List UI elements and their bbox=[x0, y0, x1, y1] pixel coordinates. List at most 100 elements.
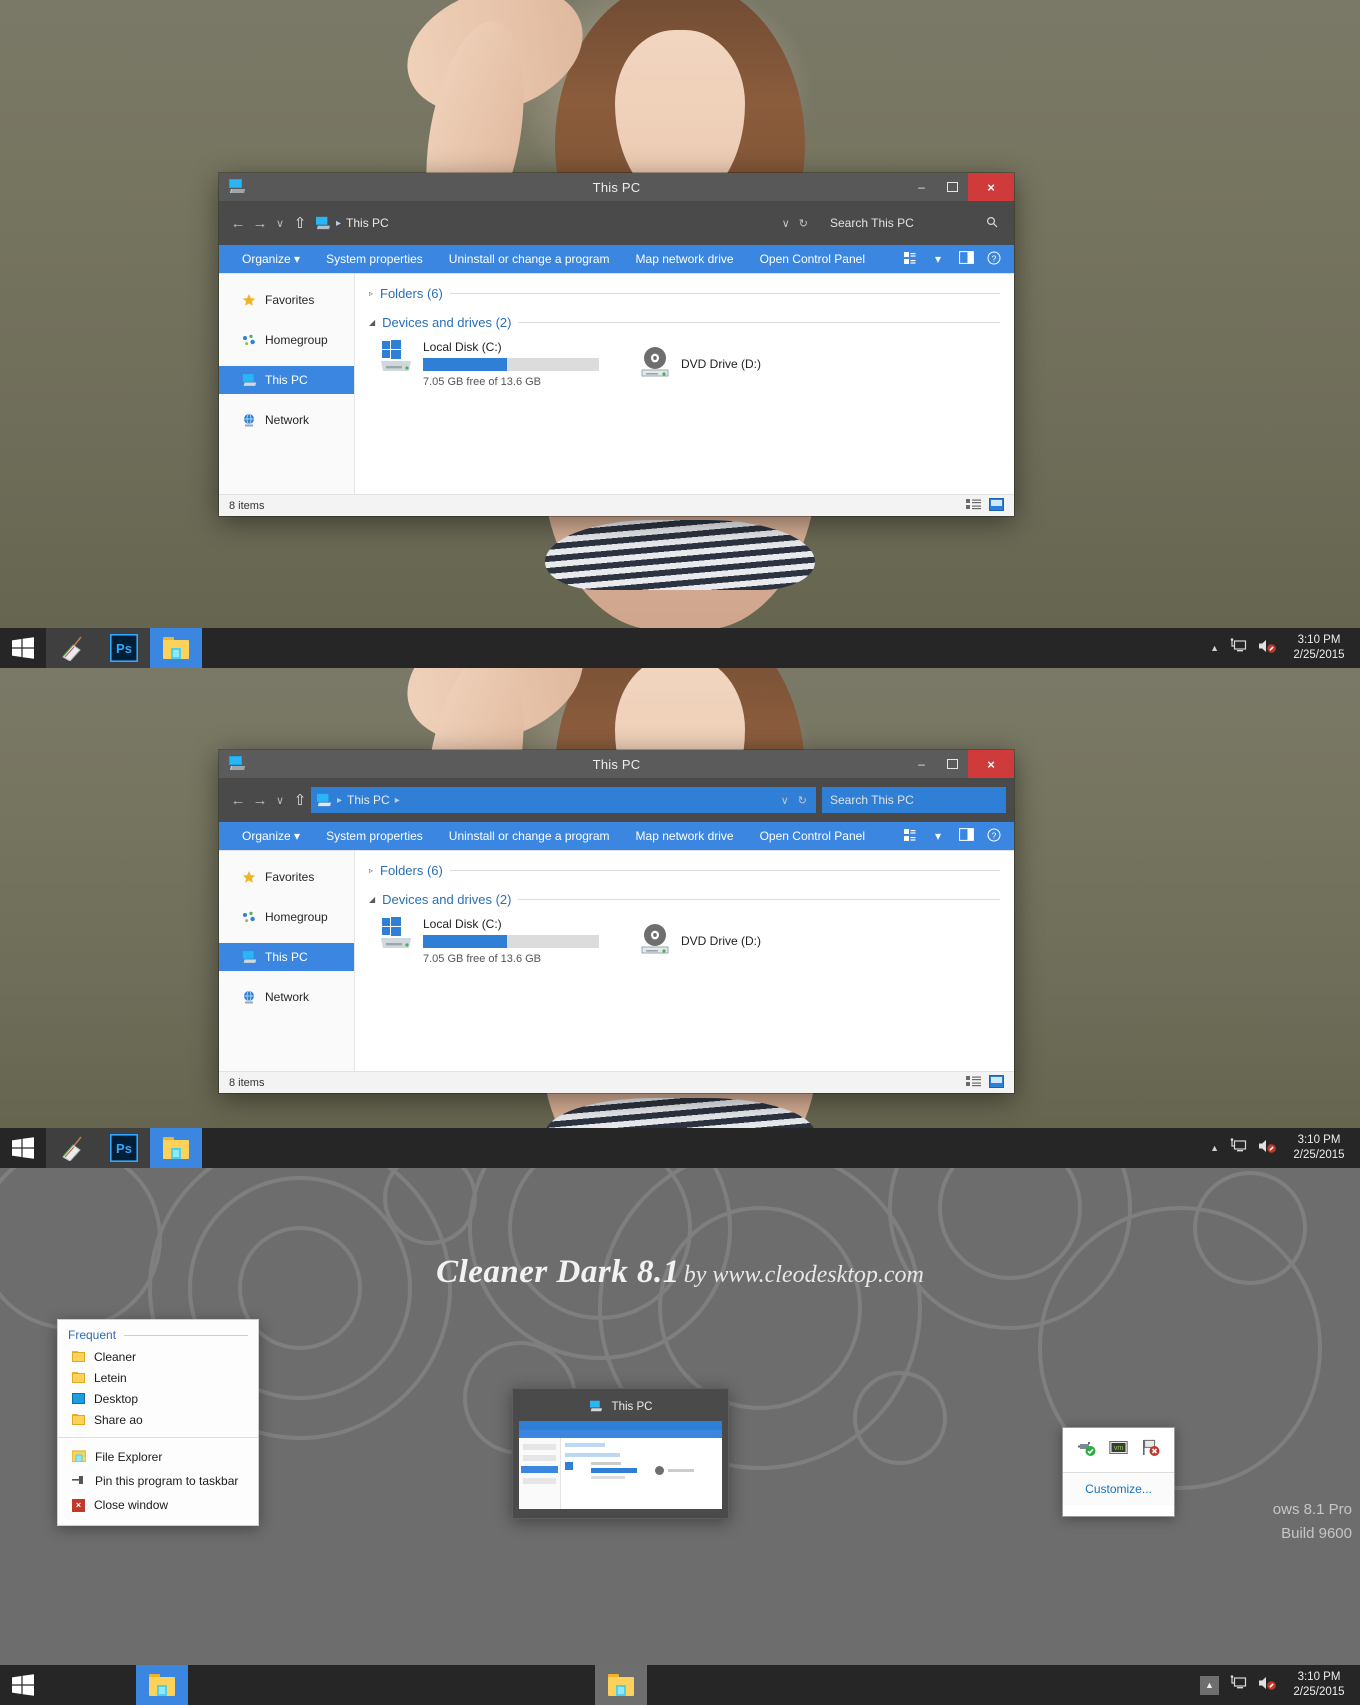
preview-pane-icon[interactable] bbox=[952, 251, 980, 267]
close-button[interactable]: × bbox=[968, 173, 1014, 201]
address-bar[interactable]: ← → ∨ ⇧ ▸ This PC ▸ ∨ ↻ Search This PC bbox=[219, 778, 1014, 822]
thumbnail-image[interactable] bbox=[519, 1421, 722, 1509]
content-pane[interactable]: ▹ Folders (6) ◢ Devices and drives (2) L… bbox=[355, 851, 1014, 1071]
system-tray[interactable]: ▲ 3:10 PM 2/25/2015 bbox=[1210, 633, 1360, 663]
drive-item-dvd[interactable]: DVD Drive (D:) bbox=[637, 917, 897, 965]
up-button[interactable]: ⇧ bbox=[289, 791, 311, 809]
sidebar-item-homegroup[interactable]: Homegroup bbox=[219, 903, 354, 931]
jumplist-action-file-explorer[interactable]: File Explorer bbox=[58, 1445, 258, 1469]
system-properties-button[interactable]: System properties bbox=[313, 829, 436, 843]
sidebar-item-favorites[interactable]: Favorites bbox=[219, 863, 354, 891]
taskbar-thumbnail-preview[interactable]: This PC bbox=[512, 1388, 729, 1519]
taskbar-file-explorer-hover-icon[interactable] bbox=[595, 1665, 647, 1705]
system-tray[interactable]: ▲ 3:10 PM 2/25/2015 bbox=[1210, 1133, 1360, 1163]
volume-muted-icon[interactable] bbox=[1258, 1138, 1277, 1159]
group-folders[interactable]: ▹ Folders (6) bbox=[369, 863, 1000, 878]
clock[interactable]: 3:10 PM 2/25/2015 bbox=[1288, 1670, 1350, 1700]
windows-start-icon[interactable] bbox=[0, 1665, 46, 1705]
caret-down-icon[interactable]: ▾ bbox=[924, 252, 952, 266]
breadcrumb[interactable]: ▸ This PC ▸ ∨ ↻ bbox=[311, 787, 816, 813]
uninstall-change-program-button[interactable]: Uninstall or change a program bbox=[436, 829, 623, 843]
recent-locations-button[interactable]: ∨ bbox=[271, 217, 289, 230]
minimize-button[interactable]: – bbox=[906, 173, 937, 201]
system-properties-button[interactable]: System properties bbox=[313, 252, 436, 266]
forward-button[interactable]: → bbox=[249, 792, 271, 809]
collapse-icon[interactable]: ◢ bbox=[369, 895, 375, 904]
group-devices-and-drives[interactable]: ◢ Devices and drives (2) bbox=[369, 892, 1000, 907]
show-hidden-icons-button[interactable]: ▲ bbox=[1210, 1143, 1219, 1153]
up-button[interactable]: ⇧ bbox=[289, 214, 311, 232]
breadcrumb-this-pc[interactable]: This PC bbox=[346, 216, 389, 230]
jumplist-item-cleaner[interactable]: Cleaner bbox=[58, 1346, 258, 1367]
forward-button[interactable]: → bbox=[249, 215, 271, 232]
jumplist-item-letein[interactable]: Letein bbox=[58, 1367, 258, 1388]
breadcrumb-this-pc[interactable]: This PC bbox=[347, 793, 390, 807]
jumplist-action-pin-to-taskbar[interactable]: Pin this program to taskbar bbox=[58, 1469, 258, 1493]
system-tray[interactable]: ▲ 3:10 PM 2/25/2015 bbox=[1200, 1670, 1360, 1700]
preview-pane-icon[interactable] bbox=[952, 828, 980, 844]
windows-start-icon[interactable] bbox=[0, 1128, 46, 1168]
large-icons-view-icon[interactable] bbox=[989, 1074, 1004, 1091]
vm-icon[interactable]: vm bbox=[1109, 1440, 1128, 1461]
refresh-icon[interactable]: ↻ bbox=[799, 217, 808, 230]
maximize-button[interactable] bbox=[937, 173, 968, 201]
group-devices-and-drives[interactable]: ◢ Devices and drives (2) bbox=[369, 315, 1000, 330]
show-hidden-icons-button[interactable]: ▲ bbox=[1200, 1675, 1219, 1695]
explorer-window-2[interactable]: This PC – × ← → ∨ ⇧ ▸ This PC ▸ ∨ ↻ Sear… bbox=[219, 750, 1014, 1093]
search-input[interactable]: Search This PC bbox=[822, 210, 1006, 236]
close-button[interactable]: × bbox=[968, 750, 1014, 778]
drive-item-dvd[interactable]: DVD Drive (D:) bbox=[637, 340, 897, 388]
breadcrumb-separator-2[interactable]: ▸ bbox=[395, 795, 400, 806]
layout-icon[interactable] bbox=[896, 828, 924, 845]
taskbar-file-explorer-icon[interactable] bbox=[150, 628, 202, 668]
customize-link[interactable]: Customize... bbox=[1063, 1472, 1174, 1505]
show-hidden-icons-button[interactable]: ▲ bbox=[1210, 643, 1219, 653]
layout-icon[interactable] bbox=[896, 251, 924, 268]
usb-safely-remove-icon[interactable] bbox=[1077, 1438, 1096, 1462]
command-bar[interactable]: Organize ▾ System properties Uninstall o… bbox=[219, 822, 1014, 850]
minimize-button[interactable]: – bbox=[906, 750, 937, 778]
navigation-pane[interactable]: Favorites Homegroup This PC Network bbox=[219, 851, 355, 1071]
sidebar-item-favorites[interactable]: Favorites bbox=[219, 286, 354, 314]
jumplist-item-share-ao[interactable]: Share ao bbox=[58, 1409, 258, 1430]
open-control-panel-button[interactable]: Open Control Panel bbox=[747, 252, 878, 266]
help-icon[interactable]: ? bbox=[980, 828, 1008, 845]
organize-button[interactable]: Organize ▾ bbox=[229, 829, 313, 843]
search-input[interactable]: Search This PC bbox=[822, 787, 1006, 813]
jumplist-action-close-window[interactable]: × Close window bbox=[58, 1493, 258, 1517]
jumplist-menu[interactable]: Frequent Cleaner Letein Desktop Share ao… bbox=[57, 1319, 259, 1526]
group-folders[interactable]: ▹ Folders (6) bbox=[369, 286, 1000, 301]
taskbar-broom-icon[interactable] bbox=[46, 628, 98, 668]
taskbar-file-explorer-icon[interactable] bbox=[136, 1665, 188, 1705]
window-controls[interactable]: – × bbox=[906, 173, 1014, 201]
tray-overflow-popup[interactable]: vm Customize... bbox=[1062, 1427, 1175, 1517]
breadcrumb-dropdown-icon[interactable]: ∨ bbox=[782, 217, 790, 230]
window-controls[interactable]: – × bbox=[906, 750, 1014, 778]
windows-start-icon[interactable] bbox=[0, 628, 46, 668]
taskbar-file-explorer-icon[interactable] bbox=[150, 1128, 202, 1168]
breadcrumb[interactable]: ▸ This PC ∨ ↻ bbox=[311, 210, 816, 236]
titlebar[interactable]: This PC – × bbox=[219, 750, 1014, 778]
clock[interactable]: 3:10 PM 2/25/2015 bbox=[1288, 1133, 1350, 1163]
organize-button[interactable]: Organize ▾ bbox=[229, 252, 313, 266]
collapse-icon[interactable]: ◢ bbox=[369, 318, 375, 327]
network-tray-icon[interactable] bbox=[1230, 638, 1247, 658]
taskbar-broom-icon[interactable] bbox=[46, 1128, 98, 1168]
expander-icon[interactable]: ▹ bbox=[369, 866, 373, 875]
maximize-button[interactable] bbox=[937, 750, 968, 778]
volume-muted-icon[interactable] bbox=[1258, 1675, 1277, 1696]
network-tray-icon[interactable] bbox=[1230, 1675, 1247, 1695]
address-bar[interactable]: ← → ∨ ⇧ ▸ This PC ∨ ↻ Search This PC bbox=[219, 201, 1014, 245]
sidebar-item-network[interactable]: Network bbox=[219, 983, 354, 1011]
uninstall-change-program-button[interactable]: Uninstall or change a program bbox=[436, 252, 623, 266]
sidebar-item-this-pc[interactable]: This PC bbox=[219, 943, 354, 971]
breadcrumb-dropdown-icon[interactable]: ∨ bbox=[781, 794, 789, 807]
expander-icon[interactable]: ▹ bbox=[369, 289, 373, 298]
open-control-panel-button[interactable]: Open Control Panel bbox=[747, 829, 878, 843]
sidebar-item-homegroup[interactable]: Homegroup bbox=[219, 326, 354, 354]
details-view-icon[interactable] bbox=[966, 1075, 981, 1091]
explorer-window-1[interactable]: This PC – × ← → ∨ ⇧ ▸ This PC ∨ ↻ Search… bbox=[219, 173, 1014, 516]
back-button[interactable]: ← bbox=[227, 215, 249, 232]
drive-item-local-disk[interactable]: Local Disk (C:) 7.05 GB free of 13.6 GB bbox=[377, 917, 637, 965]
taskbar-photoshop-icon[interactable]: Ps bbox=[98, 628, 150, 668]
